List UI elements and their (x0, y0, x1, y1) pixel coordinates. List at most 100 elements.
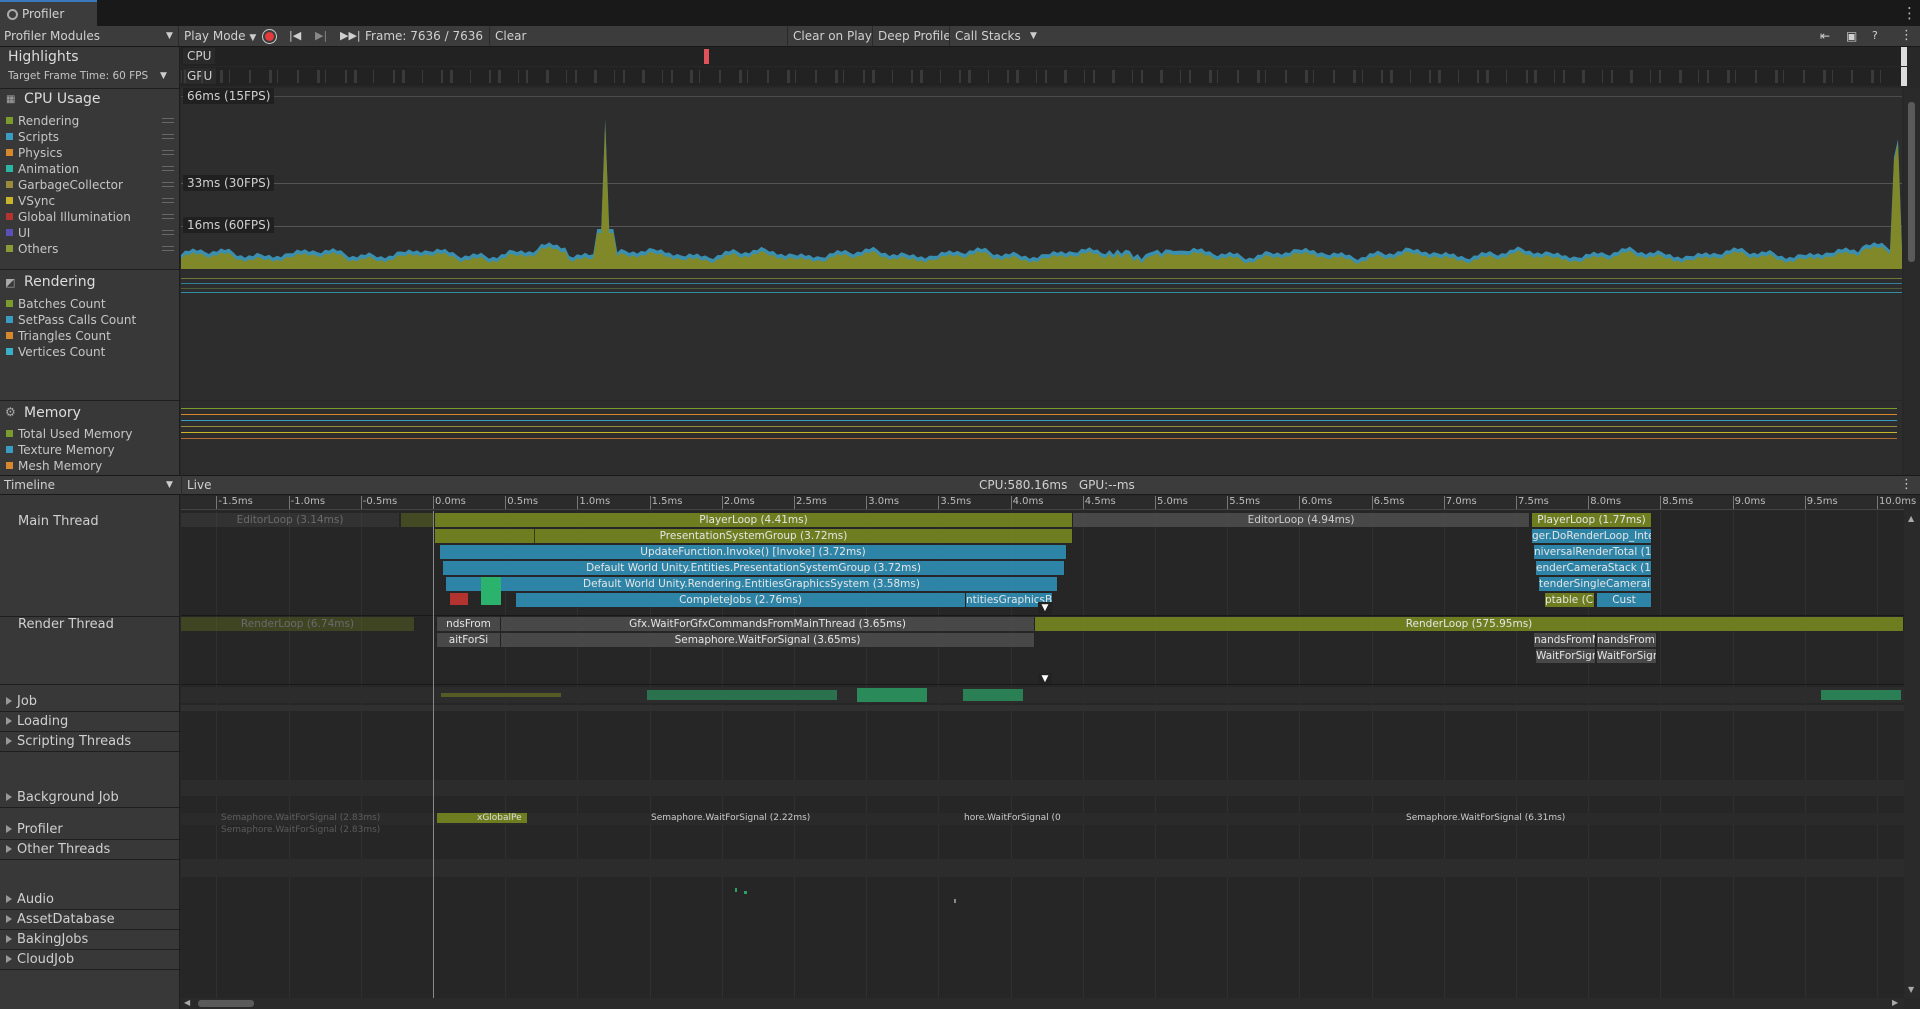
first-frame-button[interactable]: |◀ (289, 26, 301, 46)
clear-on-play-button[interactable]: Clear on Play (787, 26, 877, 46)
call-stacks-dropdown[interactable]: Call Stacks ▼ (949, 26, 1041, 46)
profiler-sample[interactable]: xGlobalPe (437, 813, 527, 823)
profiler-sample[interactable]: ptable (C (1545, 593, 1595, 607)
job-sample[interactable] (1821, 690, 1901, 700)
tab-profiler[interactable]: Profiler (0, 0, 97, 26)
thread-group-scripting-threads[interactable]: Scripting Threads (4, 732, 131, 752)
profiler-sample[interactable]: Gfx.WaitForGfxCommandsFromMainThread (3.… (501, 617, 1035, 631)
legend-item-texture-memory[interactable]: Texture Memory (6, 442, 178, 458)
profiler-sample[interactable]: nandsFromM (1534, 633, 1596, 647)
drag-handle-icon[interactable] (162, 230, 174, 235)
expand-arrow-icon[interactable] (6, 825, 12, 833)
thread-group-assetdatabase[interactable]: AssetDatabase (4, 910, 115, 930)
profiler-sample[interactable] (401, 513, 435, 527)
save-icon[interactable]: ▣ (1846, 26, 1857, 46)
legend-item-others[interactable]: Others (6, 241, 178, 257)
play-mode-dropdown[interactable]: Play Mode ▼ (178, 26, 256, 46)
thread-group-other-threads[interactable]: Other Threads (4, 840, 110, 860)
record-button[interactable] (262, 29, 277, 44)
profiler-sample[interactable]: niversalRenderTotal (1.6 (1534, 545, 1652, 559)
thread-group-bakingjobs[interactable]: BakingJobs (4, 930, 88, 950)
scroll-right-icon[interactable]: ▶ (1892, 998, 1898, 1007)
highlights-cpu-strip[interactable]: CPU (181, 47, 1907, 66)
memory-title[interactable]: Memory (24, 405, 81, 421)
job-sample[interactable] (647, 690, 837, 700)
clear-button[interactable]: Clear (489, 26, 531, 46)
legend-item-setpass-calls-count[interactable]: SetPass Calls Count (6, 312, 178, 328)
profiler-sample[interactable]: nandsFromM (1597, 633, 1657, 647)
next-frame-button[interactable]: ▶| (315, 26, 327, 46)
drag-handle-icon[interactable] (162, 150, 174, 155)
timeline-area[interactable]: EditorLoop (3.14ms) PlayerLoop (4.41ms) … (181, 511, 1904, 998)
live-button[interactable]: Live (181, 475, 217, 495)
thread-group-loading[interactable]: Loading (4, 712, 68, 732)
memory-chart[interactable] (181, 401, 1902, 475)
scroll-down-icon[interactable]: ▼ (1908, 985, 1914, 994)
profiler-sample[interactable] (450, 593, 468, 605)
cpu-usage-chart[interactable]: 66ms (15FPS) 33ms (30FPS) 16ms (60FPS) (181, 88, 1902, 269)
thread-render[interactable]: Render Thread (18, 617, 114, 632)
profiler-sample[interactable] (481, 577, 501, 605)
legend-item-batches-count[interactable]: Batches Count (6, 296, 178, 312)
audio-sample[interactable] (744, 891, 747, 894)
profiler-sample[interactable]: Cust (1597, 593, 1652, 607)
profiler-sample[interactable]: Default World Unity.Rendering.EntitiesGr… (446, 577, 1058, 591)
job-row-activity[interactable] (181, 687, 1904, 703)
drag-handle-icon[interactable] (162, 118, 174, 123)
timeline-vertical-scrollbar[interactable]: ▲ ▼ (1904, 511, 1920, 998)
thread-group-cloudjob[interactable]: CloudJob (4, 950, 74, 970)
profiler-sample[interactable]: UpdateFunction.Invoke() [Invoke] (3.72ms… (440, 545, 1067, 559)
expand-arrow-icon[interactable] (6, 915, 12, 923)
profiler-sample[interactable]: RenderLoop (575.95ms) (1035, 617, 1904, 631)
expand-arrow-icon[interactable] (6, 845, 12, 853)
scroll-up-icon[interactable]: ▲ (1908, 514, 1914, 523)
profiler-sample[interactable]: enderCameraStack (1.6 (1536, 561, 1652, 575)
profiler-sample[interactable]: PlayerLoop (4.41ms) (435, 513, 1073, 527)
legend-item-animation[interactable]: Animation (6, 161, 178, 177)
drag-handle-icon[interactable] (162, 166, 174, 171)
expand-arrow-icon[interactable] (6, 895, 12, 903)
profiler-sample[interactable]: aitForSi (437, 633, 501, 647)
audio-sample[interactable] (954, 899, 956, 903)
profiler-sample[interactable]: WaitForSign (1536, 649, 1596, 663)
thread-group-job[interactable]: Job (4, 692, 37, 712)
profiler-sample[interactable]: EditorLoop (4.94ms) (1073, 513, 1530, 527)
help-icon[interactable]: ? (1872, 26, 1878, 46)
scroll-left-icon[interactable]: ◀ (184, 998, 190, 1007)
profiler-sample[interactable]: ndsFrom (437, 617, 501, 631)
legend-item-triangles-count[interactable]: Triangles Count (6, 328, 178, 344)
toolbar-menu-icon[interactable]: ⋮ (1900, 26, 1913, 46)
profiler-sample[interactable]: tenderSingleCamerain (1539, 577, 1652, 591)
expand-arrow-icon[interactable] (6, 793, 12, 801)
profiler-sample[interactable]: Semaphore.WaitForSignal (3.65ms) (501, 633, 1035, 647)
profiler-sample[interactable]: CompleteJobs (2.76ms) (516, 593, 966, 607)
scrollbar-thumb[interactable] (198, 1000, 254, 1007)
job-sample[interactable] (857, 688, 927, 702)
legend-item-global-illumination[interactable]: Global Illumination (6, 209, 178, 225)
modules-scrollbar[interactable] (1904, 88, 1920, 475)
cpu-usage-title[interactable]: CPU Usage (24, 91, 101, 107)
drag-handle-icon[interactable] (162, 214, 174, 219)
expand-arrow-icon[interactable] (6, 955, 12, 963)
thread-main[interactable]: Main Thread (18, 514, 99, 529)
expand-thread-icon[interactable]: ▼ (1038, 602, 1052, 614)
legend-item-scripts[interactable]: Scripts (6, 129, 178, 145)
profiler-sample[interactable]: WaitForSign (1597, 649, 1657, 663)
scrollbar-thumb[interactable] (1908, 102, 1915, 262)
timeline-menu-icon[interactable]: ⋮ (1900, 475, 1913, 495)
profiler-sample[interactable]: RenderLoop (6.74ms) (181, 617, 415, 631)
profiler-modules-dropdown[interactable]: Profiler Modules ▼ (4, 26, 176, 46)
view-mode-dropdown[interactable]: Timeline ▼ (4, 475, 176, 495)
highlights-gpu-strip[interactable]: GPU (181, 67, 1907, 86)
load-icon[interactable]: ⇤ (1820, 26, 1830, 46)
thread-group-profiler[interactable]: Profiler (4, 820, 63, 840)
legend-item-ui[interactable]: UI (6, 225, 178, 241)
window-menu-icon[interactable]: ⋮ (1902, 0, 1917, 26)
legend-item-vsync[interactable]: VSync (6, 193, 178, 209)
profiler-sample[interactable]: Default World Unity.Entities.Presentatio… (443, 561, 1065, 575)
thread-group-background-job[interactable]: Background Job (4, 788, 119, 808)
time-ruler[interactable]: -1.5ms -1.0ms -0.5ms 0.0ms 0.5ms 1.0ms 1.5ms 2.… (181, 496, 1916, 510)
expand-arrow-icon[interactable] (6, 935, 12, 943)
legend-item-total-used-memory[interactable]: Total Used Memory (6, 426, 178, 442)
drag-handle-icon[interactable] (162, 246, 174, 251)
